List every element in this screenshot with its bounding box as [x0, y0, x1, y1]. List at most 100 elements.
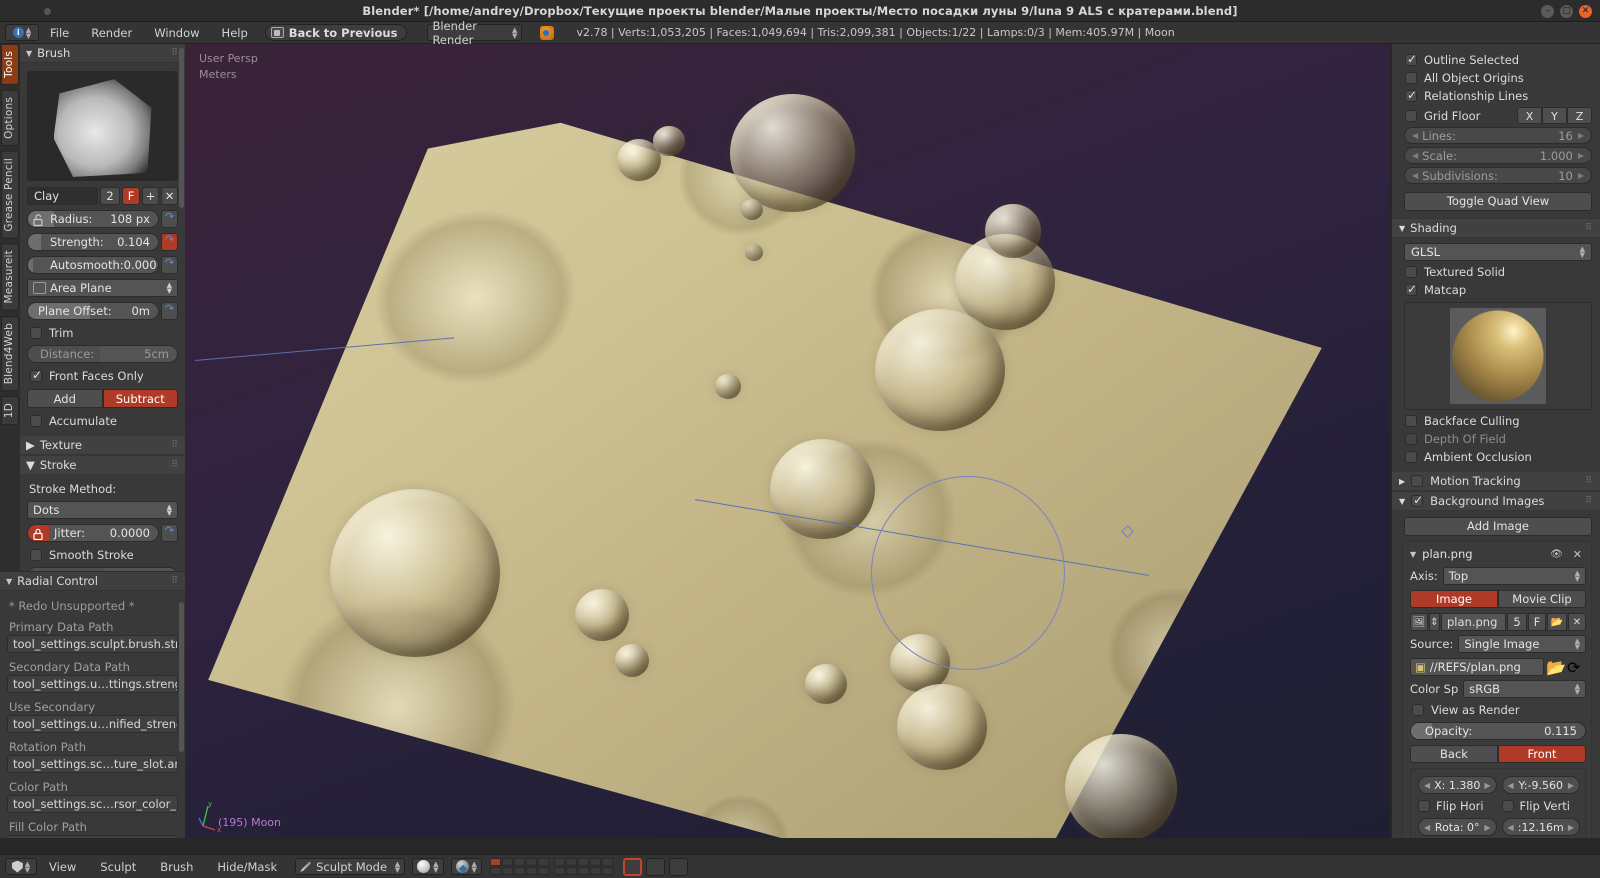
jitter-pressure-toggle[interactable]	[161, 524, 178, 542]
texture-panel-header[interactable]: ▶ Texture ⠿	[20, 435, 185, 455]
brush-panel-header[interactable]: ▼ Brush ⠿	[20, 44, 185, 63]
radius-pressure-toggle[interactable]	[161, 210, 178, 228]
render-preview-icon[interactable]	[645, 857, 665, 876]
shading-mode-dropdown[interactable]: GLSL ▲ ▼	[1404, 243, 1592, 261]
sidebar-tab-tools[interactable]: Tools	[1, 44, 19, 85]
front-faces-only-checkbox[interactable]: Front Faces Only	[30, 368, 178, 383]
browse-file-icon[interactable]: 📂	[1546, 658, 1566, 677]
distance-slider[interactable]: Distance: 5cm	[27, 345, 178, 363]
size-field[interactable]: ◀ :12.16m ▶	[1501, 818, 1580, 836]
layer-cell[interactable]	[513, 867, 525, 875]
brush-add-button[interactable]: +	[142, 187, 159, 205]
brush-remove-button[interactable]: ✕	[161, 187, 178, 205]
accumulate-checkbox[interactable]: Accumulate	[30, 414, 178, 428]
view-as-render-checkbox[interactable]: View as Render	[1412, 703, 1589, 717]
axis-dropdown[interactable]: Top ▲ ▼	[1442, 567, 1586, 585]
image-datablock-users[interactable]: 5	[1507, 613, 1527, 631]
sidebar-tab-blend4web[interactable]: Blend4Web	[1, 315, 19, 392]
offset-x-field[interactable]: ◀ X: 1.380 ▶	[1418, 776, 1497, 794]
color-path-field[interactable]: tool_settings.sc…rsor_color_add	[7, 795, 178, 813]
layer-cell[interactable]	[565, 858, 577, 866]
checkbox-icon[interactable]	[1405, 109, 1417, 122]
ambient-occlusion-checkbox[interactable]: Ambient Occlusion	[1405, 450, 1600, 464]
render-animation-icon[interactable]	[668, 857, 688, 876]
layer-cell[interactable]	[565, 867, 577, 875]
strength-slider[interactable]: Strength: 0.104	[27, 233, 159, 251]
pivot-point-dropdown[interactable]: ▲ ▼	[450, 858, 482, 875]
flip-horizontal-checkbox[interactable]: Flip Hori	[1418, 799, 1497, 813]
motion-tracking-header[interactable]: ▶ Motion Tracking ⠿	[1392, 471, 1600, 491]
grid-scale-field[interactable]: ◀ Scale: 1.000 ▶	[1404, 147, 1592, 164]
layer-cell[interactable]	[513, 858, 525, 866]
grid-subdivisions-field[interactable]: ◀ Subdivisions: 10 ▶	[1404, 167, 1592, 184]
3d-viewport[interactable]: User Persp Meters (195) Moon x y	[185, 44, 1390, 838]
scene-layers-widget[interactable]	[489, 858, 613, 875]
grid-axis-y[interactable]: Y	[1542, 107, 1567, 124]
shading-panel-header[interactable]: ▼ Shading ⠿	[1392, 218, 1600, 238]
layer-cell[interactable]	[489, 858, 501, 866]
add-image-button[interactable]: Add Image	[1404, 517, 1592, 536]
minimize-button[interactable]: –	[1541, 5, 1554, 18]
eye-icon[interactable]: 👁	[1550, 549, 1563, 560]
subtract-button[interactable]: Subtract	[102, 389, 178, 408]
layer-cell[interactable]	[501, 858, 513, 866]
grid-axis-z[interactable]: Z	[1567, 107, 1592, 124]
sidebar-tab-measureit[interactable]: Measureit	[1, 243, 19, 311]
stroke-method-dropdown[interactable]: Dots ▲ ▼	[27, 501, 178, 519]
grid-axis-x[interactable]: X	[1517, 107, 1542, 124]
checkbox-icon[interactable]	[1411, 475, 1424, 487]
layer-cell[interactable]	[525, 858, 537, 866]
interaction-mode-dropdown[interactable]: Sculpt Mode ▲ ▼	[295, 858, 406, 875]
rotation-field[interactable]: ◀ Rota: 0° ▶	[1418, 818, 1497, 836]
textured-solid-checkbox[interactable]: Textured Solid	[1405, 265, 1600, 279]
layer-cell[interactable]	[577, 867, 589, 875]
source-dropdown[interactable]: Single Image ▲ ▼	[1458, 635, 1586, 653]
menu-help[interactable]: Help	[211, 22, 259, 44]
radius-slider[interactable]: Radius: 108 px	[27, 210, 159, 228]
image-open-icon[interactable]: 📂	[1547, 613, 1567, 631]
reload-icon[interactable]: ⟳	[1567, 658, 1586, 677]
autosmooth-pressure-toggle[interactable]	[161, 256, 178, 274]
lock-object-modes-icon[interactable]	[622, 857, 642, 876]
unlock-icon[interactable]	[32, 214, 44, 226]
fill-color-path-field[interactable]	[7, 835, 178, 838]
grid-lines-field[interactable]: ◀ Lines: 16 ▶	[1404, 127, 1592, 144]
backface-culling-checkbox[interactable]: Backface Culling	[1405, 414, 1600, 428]
matcap-preview[interactable]	[1404, 302, 1592, 410]
primary-data-path-field[interactable]: tool_settings.sculpt.brush.stre…	[7, 635, 178, 653]
layer-cell[interactable]	[601, 867, 613, 875]
image-datablock-fake-user[interactable]: F	[1528, 613, 1546, 631]
tab-image[interactable]: Image	[1410, 590, 1498, 608]
image-filepath-field[interactable]: ▣ //REFS/plan.png	[1410, 658, 1544, 676]
menu-file[interactable]: File	[39, 22, 80, 44]
use-secondary-field[interactable]: tool_settings.u…nified_strength	[7, 715, 178, 733]
operator-panel-scrollbar[interactable]	[179, 602, 184, 752]
close-icon[interactable]: ✕	[1573, 548, 1582, 561]
plane-mode-dropdown[interactable]: Area Plane ▲ ▼	[27, 279, 178, 297]
autosmooth-slider[interactable]: Autosmooth: 0.000	[27, 256, 159, 274]
editor-type-selector-3dview[interactable]: ▲ ▼	[5, 858, 37, 875]
layer-cell[interactable]	[489, 867, 501, 875]
sidebar-tab-grease-pencil[interactable]: Grease Pencil	[1, 150, 19, 239]
menu-render[interactable]: Render	[80, 22, 143, 44]
checkbox-checked-icon[interactable]	[1411, 493, 1423, 507]
menu-view[interactable]: View	[37, 860, 88, 874]
back-to-previous-button[interactable]: Back to Previous	[264, 24, 408, 41]
secondary-data-path-field[interactable]: tool_settings.u…ttings.strength	[7, 675, 178, 693]
back-button[interactable]: Back	[1410, 745, 1498, 763]
layer-cell[interactable]	[525, 867, 537, 875]
layer-cell[interactable]	[537, 867, 549, 875]
flip-vertical-checkbox[interactable]: Flip Verti	[1501, 799, 1581, 813]
menu-hide-mask[interactable]: Hide/Mask	[205, 860, 289, 874]
layer-cell[interactable]	[589, 867, 601, 875]
brush-fake-user-button[interactable]: F	[122, 187, 140, 205]
all-object-origins-checkbox[interactable]: All Object Origins	[1405, 71, 1600, 85]
colorspace-dropdown[interactable]: sRGB ▲ ▼	[1463, 680, 1586, 698]
tool-shelf-scrollbar[interactable]	[179, 48, 184, 208]
trim-checkbox[interactable]: Trim	[30, 326, 178, 340]
rotation-path-field[interactable]: tool_settings.sc…ture_slot.angle	[7, 755, 178, 773]
layer-cell[interactable]	[577, 858, 589, 866]
opacity-slider[interactable]: Opacity: 0.115	[1410, 722, 1586, 740]
menu-sculpt[interactable]: Sculpt	[88, 860, 148, 874]
render-engine-selector[interactable]: Blender Render ▲ ▼	[427, 19, 523, 47]
